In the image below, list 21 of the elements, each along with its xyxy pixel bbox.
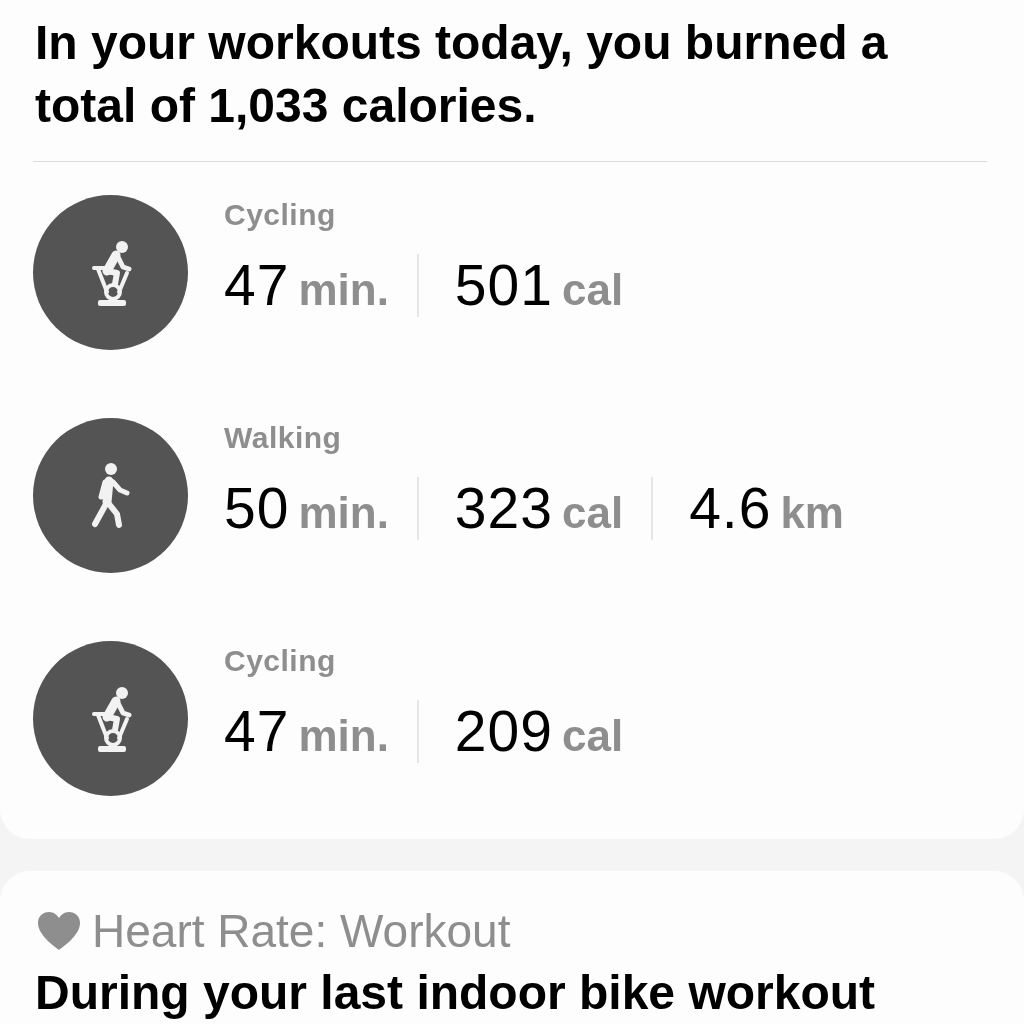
workout-name: Cycling <box>224 197 337 233</box>
heart-rate-title: Heart Rate: Workout <box>92 907 511 955</box>
metric-value: 4.6 <box>689 480 772 537</box>
metric-value: 209 <box>454 703 553 760</box>
heart-rate-text: During your last indoor bike workout <box>35 965 877 1021</box>
metric-value: 47 <box>224 257 290 314</box>
heart-icon <box>38 912 80 950</box>
metric-unit: cal <box>561 268 624 312</box>
metric-unit: min. <box>298 491 389 535</box>
metric-unit: min. <box>298 268 389 312</box>
metric-value: 323 <box>454 480 553 537</box>
metric-unit: cal <box>561 714 624 758</box>
metric-unit: km <box>780 491 844 535</box>
metric-value: 501 <box>454 257 553 314</box>
metric-unit: min. <box>298 714 389 758</box>
metric-value: 47 <box>224 703 290 760</box>
metric-unit: cal <box>561 491 624 535</box>
workout-name: Cycling <box>224 643 337 679</box>
workout-name: Walking <box>224 420 343 456</box>
metric-value: 50 <box>224 480 290 537</box>
summary-text: In your workouts today, you burned a total of 1,033 calories. <box>35 15 889 134</box>
